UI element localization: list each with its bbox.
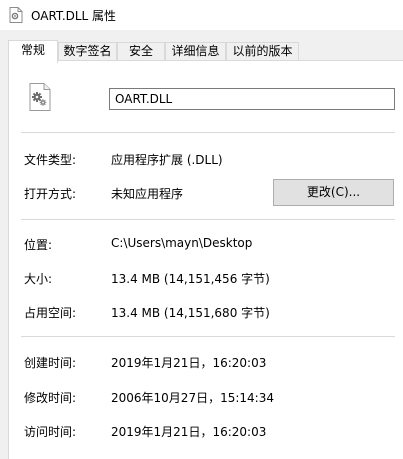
tab-security[interactable]: 安全 bbox=[117, 42, 165, 61]
accessed-value: 2019年1月21日，16:20:03 bbox=[111, 425, 267, 439]
tab-previous-versions[interactable]: 以前的版本 bbox=[226, 42, 299, 61]
divider bbox=[21, 132, 395, 133]
file-type-label: 文件类型: bbox=[24, 153, 77, 167]
accessed-label: 访问时间: bbox=[24, 425, 77, 439]
file-gear-icon bbox=[9, 7, 23, 23]
divider bbox=[21, 219, 395, 220]
divider bbox=[21, 336, 395, 337]
size-value: 13.4 MB (14,151,456 字节) bbox=[111, 272, 270, 286]
dll-file-icon bbox=[29, 83, 51, 111]
created-value: 2019年1月21日，16:20:03 bbox=[111, 356, 267, 370]
change-button[interactable]: 更改(C)... bbox=[273, 179, 394, 206]
size-on-disk-label: 占用空间: bbox=[24, 306, 77, 320]
file-type-value: 应用程序扩展 (.DLL) bbox=[111, 153, 223, 167]
modified-label: 修改时间: bbox=[24, 391, 77, 405]
tab-general[interactable]: 常规 bbox=[8, 40, 58, 63]
opens-with-label: 打开方式: bbox=[24, 187, 77, 201]
file-name-field[interactable]: OART.DLL bbox=[109, 88, 395, 110]
tab-digital-signatures[interactable]: 数字签名 bbox=[58, 42, 117, 61]
created-label: 创建时间: bbox=[24, 356, 77, 370]
title-bar: OART.DLL 属性 bbox=[0, 0, 403, 30]
opens-with-value: 未知应用程序 bbox=[111, 187, 184, 201]
window-title: OART.DLL 属性 bbox=[31, 9, 117, 23]
tab-strip: 常规 数字签名 安全 详细信息 以前的版本 bbox=[0, 40, 403, 63]
size-on-disk-value: 13.4 MB (14,151,680 字节) bbox=[111, 306, 270, 320]
location-value: C:\Users\mayn\Desktop bbox=[111, 236, 253, 250]
location-label: 位置: bbox=[24, 238, 53, 252]
modified-value: 2006年10月27日，15:14:34 bbox=[111, 391, 274, 405]
tab-details[interactable]: 详细信息 bbox=[165, 42, 226, 61]
size-label: 大小: bbox=[24, 272, 53, 286]
